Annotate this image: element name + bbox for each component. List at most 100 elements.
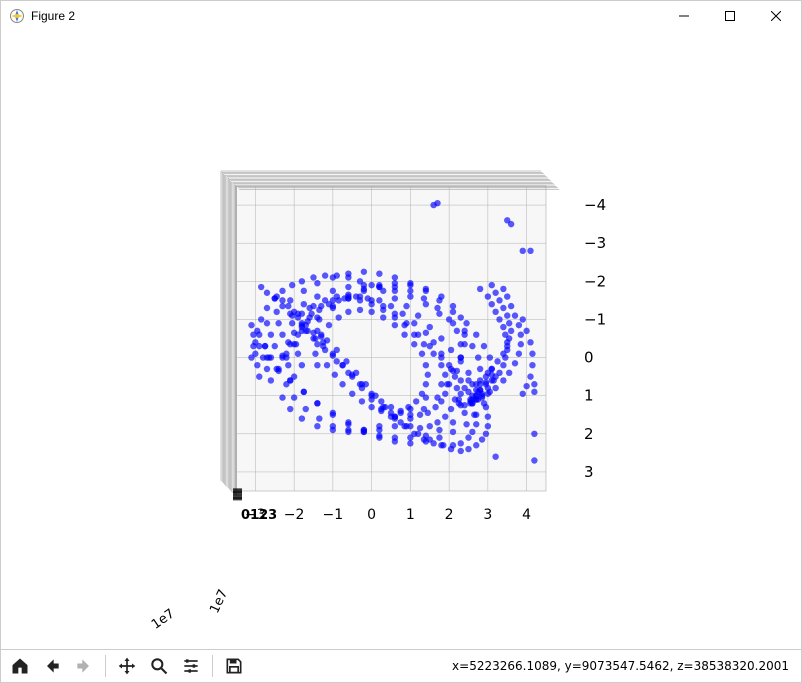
data-point [508,328,514,334]
data-point [368,396,374,402]
data-point [285,362,291,368]
data-point [450,429,456,435]
data-point [368,301,374,307]
data-point [461,385,467,391]
save-button[interactable] [221,653,247,679]
data-point [504,293,510,299]
data-point [512,312,518,318]
data-point [407,282,413,288]
data-point [392,295,398,301]
data-point [378,408,384,414]
data-point [392,280,398,286]
data-point [440,442,446,448]
data-point [450,309,456,315]
data-point [368,404,374,410]
data-point [423,394,429,400]
data-point [299,322,305,328]
back-button[interactable] [39,653,65,679]
data-point [465,446,471,452]
data-point [260,354,266,360]
zoom-button[interactable] [146,653,172,679]
data-point [508,221,514,227]
data-point [461,410,467,416]
data-point [438,362,444,368]
data-point [531,381,537,387]
data-point [434,419,440,425]
data-point [376,433,382,439]
data-point [469,429,475,435]
data-point [458,354,464,360]
data-point [345,284,351,290]
home-button[interactable] [7,653,33,679]
data-point [256,373,262,379]
data-point [489,372,495,378]
data-point [299,415,305,421]
data-point [411,320,417,326]
data-point [492,309,498,315]
data-point [427,324,433,330]
data-point [496,297,502,303]
data-point [407,288,413,294]
minimize-button[interactable] [661,1,707,31]
data-point [450,442,456,448]
data-point [312,351,318,357]
data-point [314,280,320,286]
data-point [314,423,320,429]
data-point [268,331,274,337]
data-point [287,341,293,347]
data-point [287,406,293,412]
data-point [520,316,526,322]
data-point [349,372,355,378]
data-point [489,282,495,288]
data-point [388,303,394,309]
data-point [421,406,427,412]
data-point [392,322,398,328]
data-point [516,351,522,357]
data-point [458,440,464,446]
close-button[interactable] [753,1,799,31]
data-point [380,314,386,320]
data-point [529,351,535,357]
data-point [417,425,423,431]
data-point [306,305,312,311]
x-tick-label: −2 [284,507,305,523]
data-point [376,297,382,303]
maximize-button[interactable] [707,1,753,31]
plot-svg: −3−2−101234 −4−3−2−10123 0123 [1,31,801,649]
data-point [419,351,425,357]
figure-canvas[interactable]: −3−2−101234 −4−3−2−10123 0123 1e7 1e7 [1,31,801,649]
data-point [248,322,254,328]
data-point [345,270,351,276]
data-point [357,307,363,313]
data-point [458,314,464,320]
data-point [423,381,429,387]
forward-button[interactable] [71,653,97,679]
data-point [330,410,336,416]
data-point [531,431,537,437]
data-point [523,383,529,389]
data-point [489,301,495,307]
data-point [504,343,510,349]
data-point [458,391,464,397]
data-point [334,358,340,364]
data-point [448,406,454,412]
toolbar: x=5223266.1089, y=9073547.5462, z=385383… [1,649,801,682]
pan-button[interactable] [114,653,140,679]
configure-button[interactable] [178,653,204,679]
data-point [427,423,433,429]
data-point [483,373,489,379]
data-point [330,352,336,358]
data-point [450,303,456,309]
data-point [421,341,427,347]
data-point [275,368,281,374]
y-tick-label: 1 [584,387,594,405]
data-point [438,351,444,357]
data-point [361,269,367,275]
data-point [301,389,307,395]
data-point [397,408,403,414]
data-point [279,288,285,294]
data-point [496,316,502,322]
data-point [481,343,487,349]
data-point [256,343,262,349]
data-point [500,351,506,357]
